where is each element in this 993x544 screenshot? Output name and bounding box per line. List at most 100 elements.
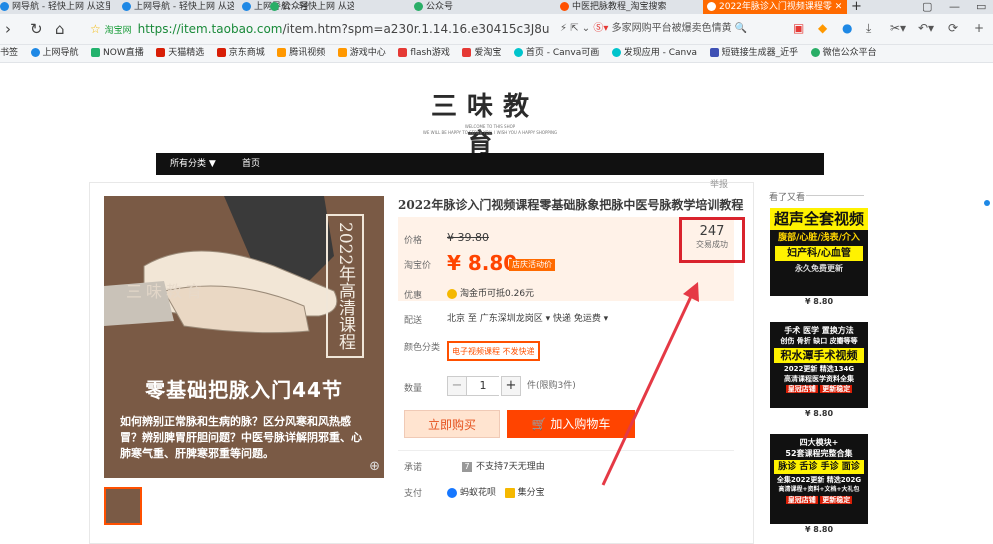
bookmark-item[interactable]: NOW直播 — [91, 45, 144, 62]
add-cart-label: 加入购物车 — [550, 417, 611, 431]
bookmark-icon — [513, 48, 523, 57]
browser-tab[interactable]: 网导航 - 轻快上网 从这里开 — [0, 0, 110, 14]
bookmark-label: 天猫精选 — [168, 48, 205, 58]
ad-line: 皇冠店铺 — [785, 385, 818, 393]
bookmark-item[interactable]: 天猫精选 — [156, 45, 204, 62]
tab-list-icon[interactable]: ▢ — [922, 0, 932, 14]
bookmark-label: 腾讯视频 — [289, 48, 326, 58]
url-path: /item.htm?spm=a230r.1.14.16.e30415c3J8uk… — [282, 22, 551, 36]
promo-badge: 店庆活动价 — [509, 259, 555, 271]
qty-decrease-button[interactable]: − — [447, 376, 467, 396]
bookmark-item[interactable]: flash游戏 — [398, 45, 450, 62]
qty-input[interactable]: 1 — [467, 376, 499, 396]
bookmark-item[interactable]: 微信公众平台 — [810, 45, 877, 62]
browser-tab[interactable]: 上网导航 - 轻快上网 从这里开 — [122, 0, 234, 14]
sidebar-ad[interactable]: 手术 医学 置换方法 创伤 骨折 缺口 皮瓣等等 积水潭手术视频 2022更新 … — [770, 322, 868, 420]
address-bar[interactable]: ☆ 淘宝网 https://item.taobao.com/item.htm?sp… — [90, 19, 550, 39]
ad-line: 52套课程完整合集 — [785, 449, 853, 458]
search-icon[interactable]: 🔍 — [735, 23, 747, 34]
minimize-icon[interactable]: — — [949, 0, 960, 14]
promise-label: 承诺 — [404, 463, 423, 473]
bookmark-item[interactable]: 腾讯视频 — [277, 45, 325, 62]
tab-favicon-icon — [0, 2, 9, 11]
sku-option[interactable]: 电子视频课程 不发快递 — [447, 341, 540, 361]
ad-line: 高清课程+资料+文档+大礼包 — [778, 486, 860, 493]
bookmark-item[interactable]: 发现应用 - Canva — [611, 45, 697, 62]
browser-tab[interactable]: 公众号 — [270, 0, 330, 14]
current-price: ¥ 8.80 — [447, 251, 518, 275]
extension-icon[interactable]: ▣ — [793, 21, 804, 35]
ad-line: 2022更新 精选134G — [783, 365, 855, 373]
forward-icon[interactable]: › — [5, 20, 11, 38]
home-icon[interactable]: ⌂ — [55, 20, 65, 38]
dropdown-icon[interactable]: ⌄ — [582, 23, 590, 34]
star-icon[interactable]: ☆ — [90, 22, 101, 36]
pay-jifenbao: 集分宝 — [517, 488, 545, 498]
bookmark-icon — [277, 48, 287, 57]
add-to-cart-button[interactable]: 🛒 加入购物车 — [507, 410, 635, 438]
original-price: ¥ 39.80 — [447, 231, 489, 244]
color-label: 颜色分类 — [404, 343, 441, 353]
bookmark-item[interactable]: 京东商城 — [216, 45, 265, 62]
bookmark-item[interactable]: 短链接生成器_近乎 — [709, 45, 799, 62]
ad-price: ¥ 8.80 — [770, 408, 868, 420]
report-link[interactable]: 举报 — [710, 177, 728, 190]
cut-icon[interactable]: ✂▾ — [890, 21, 906, 35]
bookmark-label: 京东商城 — [228, 48, 265, 58]
bookmark-item[interactable]: 爱淘宝 — [462, 45, 501, 62]
nav-all-categories[interactable]: 所有分类 ▼ — [170, 153, 216, 175]
right-edge-widget[interactable] — [984, 200, 993, 230]
restore-icon[interactable]: ▭ — [976, 0, 986, 14]
bookmark-label: 短链接生成器_近乎 — [721, 48, 799, 58]
undo-icon[interactable]: ↶▾ — [918, 21, 934, 35]
bookmark-icon — [30, 48, 40, 57]
product-title: 2022年脉诊入门视频课程零基础脉象把脉中医号脉教学培训教程 — [398, 198, 744, 212]
browser-tab[interactable]: 中医把脉教程_淘宝搜索 — [560, 0, 690, 14]
shipping-select[interactable]: 北京 至 广东深圳龙岗区 ▾ 快递 免运费 ▾ — [447, 311, 608, 324]
url-host: https://item.taobao.com — [137, 22, 283, 36]
chat-icon[interactable]: ● — [842, 21, 852, 35]
settings-icon[interactable]: ⟳ — [948, 21, 958, 35]
bookmark-item[interactable]: 书签 — [0, 45, 18, 62]
price-label: 价格 — [404, 236, 423, 246]
qty-increase-button[interactable]: + — [501, 376, 521, 396]
promise-text: 7 不支持7天无理由 — [462, 459, 545, 472]
pay-label: 支付 — [404, 489, 423, 499]
nav-home[interactable]: 首页 — [242, 153, 260, 175]
ad-line: 高清课程医学资料全集 — [784, 375, 854, 383]
qty-label: 数量 — [404, 384, 423, 394]
shop-welcome: WELCOME TO THIS SHOP WE WILL BE HAPPY TO… — [395, 124, 585, 136]
shop-logo[interactable]: 三味教育 — [420, 86, 550, 160]
tab-label: 公众号 — [426, 2, 454, 12]
shipping-label: 配送 — [404, 316, 423, 326]
sidebar-ad[interactable]: 四大模块+ 52套课程完整合集 脉诊 舌诊 手诊 面诊 全集2022更新 精选2… — [770, 434, 868, 536]
search-engine-icon[interactable]: Ⓢ▾ — [593, 23, 608, 34]
add-icon[interactable]: + — [974, 21, 984, 35]
search-hint[interactable]: 多家网购平台被爆卖色情黄 — [612, 23, 732, 34]
bookmark-icon — [709, 48, 719, 57]
lightning-icon[interactable]: ⚡ — [560, 23, 567, 34]
game-icon[interactable]: ◆ — [818, 21, 827, 35]
browser-tab-active[interactable]: 2022年脉诊入门视频课程零 ✕ — [703, 0, 847, 14]
product-main-image[interactable]: 2022年高清课程 三味教育 零基础把脉入门44节 如何辨别正常脉和生病的脉？区… — [104, 196, 384, 478]
buy-now-button[interactable]: 立即购买 — [404, 410, 500, 438]
sidebar-ad[interactable]: 超声全套视频 腹部/心脏/浅表/介入 妇产科/心血管 永久免费更新 ¥ 8.80 — [770, 208, 868, 308]
ad-line: 超声全套视频 — [770, 208, 868, 230]
zoom-icon[interactable]: ⊕ — [369, 459, 380, 474]
share-icon[interactable]: ⇱ — [570, 23, 578, 34]
qty-limit: 件(限购3件) — [527, 381, 576, 391]
download-icon[interactable]: ⤓ — [866, 21, 871, 36]
promise-value: 不支持7天无理由 — [476, 462, 545, 472]
bookmark-item[interactable]: 上网导航 — [30, 45, 79, 62]
bookmark-icon — [337, 48, 347, 57]
ad-line: 更新稳定 — [820, 385, 853, 393]
product-thumbnail[interactable] — [104, 487, 142, 525]
bookmark-item[interactable]: 游戏中心 — [337, 45, 386, 62]
bookmark-icon — [611, 48, 621, 57]
new-tab-button[interactable]: + — [851, 0, 865, 14]
bookmark-label: flash游戏 — [410, 48, 450, 58]
welcome-line2: WE WILL BE HAPPY TO SERVE YOU, I WISH YO… — [422, 130, 558, 135]
reload-icon[interactable]: ↻ — [30, 20, 43, 38]
bookmark-item[interactable]: 首页 - Canva可画 — [513, 45, 599, 62]
browser-tab[interactable]: 公众号 — [414, 0, 474, 14]
